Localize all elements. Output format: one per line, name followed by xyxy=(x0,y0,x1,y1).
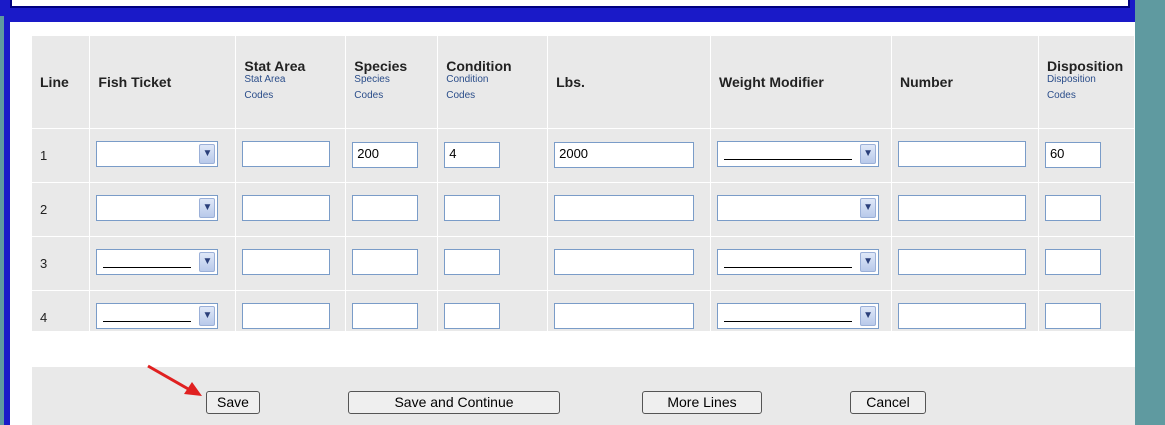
weight-modifier-select[interactable]: ▼ xyxy=(717,140,880,167)
species-input[interactable] xyxy=(352,302,419,329)
disposition-cell xyxy=(1038,235,1136,290)
number-cell xyxy=(891,289,1039,344)
disposition-cell xyxy=(1038,181,1136,236)
save-and-continue-button[interactable]: Save and Continue xyxy=(348,391,560,414)
chevron-down-icon[interactable]: ▼ xyxy=(860,143,877,164)
disposition-input[interactable] xyxy=(1044,248,1101,275)
species-cell: 200 xyxy=(345,127,439,182)
condition-codes-link-2[interactable]: Codes xyxy=(446,86,547,106)
top-panel-edge xyxy=(10,0,1130,8)
number-input[interactable] xyxy=(898,302,1026,329)
annotation-arrow-icon xyxy=(147,364,202,396)
disposition-codes-link-2[interactable]: Codes xyxy=(1047,86,1134,106)
top-frame-strip xyxy=(0,0,1165,16)
header-species: Species Species Codes xyxy=(345,36,439,128)
weight-modifier-cell: ▼ xyxy=(710,127,892,182)
number-cell xyxy=(891,235,1039,290)
disposition-input[interactable] xyxy=(1044,302,1101,329)
species-cell xyxy=(345,181,439,236)
species-input[interactable] xyxy=(352,194,419,221)
header-lbs: Lbs. xyxy=(547,36,712,128)
condition-input[interactable] xyxy=(444,248,501,275)
chevron-down-icon[interactable]: ▼ xyxy=(860,305,877,326)
condition-cell: 4 xyxy=(437,127,549,182)
disposition-input[interactable]: 60 xyxy=(1044,142,1101,168)
weight-modifier-cell: ▼ xyxy=(710,235,892,290)
condition-input[interactable] xyxy=(444,194,501,221)
lbs-input[interactable] xyxy=(554,302,695,329)
disposition-cell: 60 xyxy=(1038,127,1136,182)
species-cell xyxy=(345,289,439,344)
select-blank-line xyxy=(724,158,853,160)
lbs-input[interactable] xyxy=(554,194,695,221)
species-codes-link[interactable]: Species xyxy=(354,74,437,86)
lbs-cell: 2000 xyxy=(547,127,712,182)
page-frame: Line Fish Ticket Stat Area Stat Area Cod… xyxy=(4,16,1136,425)
condition-cell xyxy=(437,181,549,236)
lbs-input[interactable] xyxy=(554,248,695,275)
condition-input[interactable]: 4 xyxy=(444,142,501,168)
lbs-input[interactable]: 2000 xyxy=(554,142,695,168)
select-blank-line xyxy=(724,320,853,322)
number-input[interactable] xyxy=(898,194,1026,221)
weight-modifier-select[interactable]: ▼ xyxy=(717,248,880,275)
chevron-down-icon[interactable]: ▼ xyxy=(860,197,877,218)
condition-cell xyxy=(437,289,549,344)
disposition-cell xyxy=(1038,289,1136,344)
lbs-cell xyxy=(547,235,712,290)
condition-cell xyxy=(437,235,549,290)
select-blank-line xyxy=(724,266,853,268)
chevron-down-icon[interactable]: ▼ xyxy=(860,251,877,272)
disposition-codes-link[interactable]: Disposition xyxy=(1047,74,1134,86)
disposition-input[interactable] xyxy=(1044,194,1101,221)
cancel-button[interactable]: Cancel xyxy=(850,391,926,414)
species-input[interactable] xyxy=(352,248,419,275)
species-codes-link-2[interactable]: Codes xyxy=(354,86,437,106)
number-cell xyxy=(891,181,1039,236)
header-weight-modifier: Weight Modifier xyxy=(710,36,892,128)
number-cell xyxy=(891,127,1039,182)
more-lines-button[interactable]: More Lines xyxy=(642,391,762,414)
species-input[interactable]: 200 xyxy=(352,142,419,168)
right-background xyxy=(1135,0,1165,425)
condition-input[interactable] xyxy=(444,302,501,329)
content-area: Line Fish Ticket Stat Area Stat Area Cod… xyxy=(10,22,1136,425)
weight-modifier-select[interactable]: ▼ xyxy=(717,302,880,329)
condition-codes-link[interactable]: Condition xyxy=(446,74,547,86)
weight-modifier-select[interactable]: ▼ xyxy=(717,194,880,221)
weight-modifier-cell: ▼ xyxy=(710,289,892,344)
number-input[interactable] xyxy=(898,140,1026,167)
species-cell xyxy=(345,235,439,290)
lbs-cell xyxy=(547,181,712,236)
header-number: Number xyxy=(891,36,1039,128)
header-condition: Condition Condition Codes xyxy=(437,36,549,128)
weight-modifier-cell: ▼ xyxy=(710,181,892,236)
header-disposition: Disposition Disposition Codes xyxy=(1038,36,1136,128)
lbs-cell xyxy=(547,289,712,344)
number-input[interactable] xyxy=(898,248,1026,275)
